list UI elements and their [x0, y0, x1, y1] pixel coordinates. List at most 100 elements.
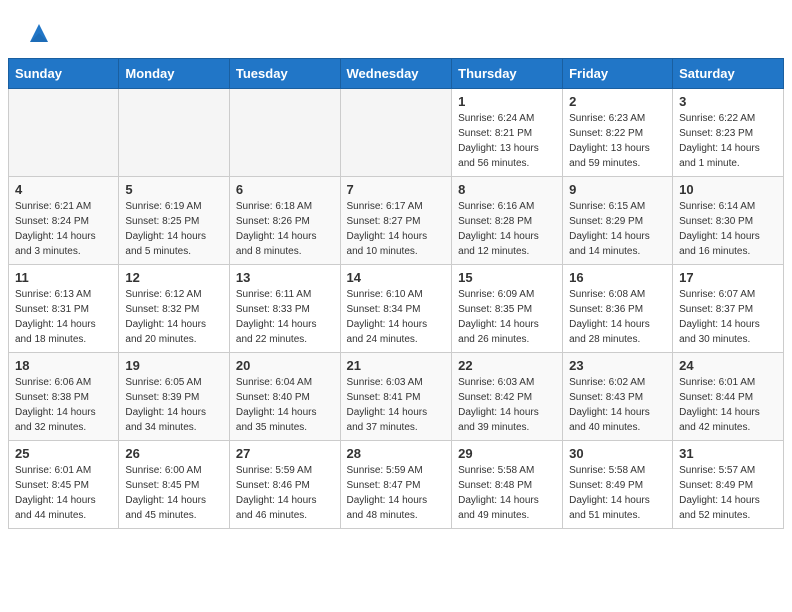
- calendar-day-cell: 12 Sunrise: 6:12 AMSunset: 8:32 PMDayligh…: [119, 265, 230, 353]
- calendar-week-row: 18Sunrise: 6:06 AMSunset: 8:38 PMDayligh…: [9, 353, 784, 441]
- day-number: 23: [569, 358, 666, 373]
- calendar-day-cell: 4 Sunrise: 6:21 AMSunset: 8:24 PMDaylight…: [9, 177, 119, 265]
- day-number: 3: [679, 94, 777, 109]
- calendar-day-cell: 3Sunrise: 6:22 AMSunset: 8:23 PMDaylight…: [673, 89, 784, 177]
- day-number: 21: [347, 358, 446, 373]
- calendar-day-header: Saturday: [673, 59, 784, 89]
- day-info: Sunrise: 6:08 AMSunset: 8:36 PMDaylight:…: [569, 287, 666, 347]
- calendar-wrap: SundayMondayTuesdayWednesdayThursdayFrid…: [0, 58, 792, 537]
- calendar-day-header: Monday: [119, 59, 230, 89]
- calendar-day-cell: 28Sunrise: 5:59 AMSunset: 8:47 PMDayligh…: [340, 441, 452, 529]
- calendar-day-cell: 19Sunrise: 6:05 AMSunset: 8:39 PMDayligh…: [119, 353, 230, 441]
- day-number: 15: [458, 270, 556, 285]
- calendar-day-cell: 18Sunrise: 6:06 AMSunset: 8:38 PMDayligh…: [9, 353, 119, 441]
- calendar-day-cell: 14 Sunrise: 6:10 AMSunset: 8:34 PMDayligh…: [340, 265, 452, 353]
- day-number: 5: [125, 182, 223, 197]
- day-number: 26: [125, 446, 223, 461]
- day-info: Sunrise: 6:07 AMSunset: 8:37 PMDaylight:…: [679, 287, 777, 347]
- page-header: [0, 0, 792, 58]
- calendar-day-header: Tuesday: [229, 59, 340, 89]
- day-number: 6: [236, 182, 334, 197]
- calendar-day-cell: 13 Sunrise: 6:11 AMSunset: 8:33 PMDayligh…: [229, 265, 340, 353]
- calendar-day-cell: 10 Sunrise: 6:14 AMSunset: 8:30 PMDayligh…: [673, 177, 784, 265]
- calendar-day-cell: 31 Sunrise: 5:57 AMSunset: 8:49 PMDayligh…: [673, 441, 784, 529]
- day-info: Sunrise: 6:21 AMSunset: 8:24 PMDaylight:…: [15, 199, 112, 259]
- day-info: Sunrise: 6:11 AMSunset: 8:33 PMDaylight:…: [236, 287, 334, 347]
- calendar-day-cell: 2 Sunrise: 6:23 AMSunset: 8:22 PMDaylight…: [563, 89, 673, 177]
- day-info: Sunrise: 6:12 AMSunset: 8:32 PMDaylight:…: [125, 287, 223, 347]
- calendar-day-cell: 9 Sunrise: 6:15 AMSunset: 8:29 PMDaylight…: [563, 177, 673, 265]
- day-info: Sunrise: 6:14 AMSunset: 8:30 PMDaylight:…: [679, 199, 777, 259]
- day-info: Sunrise: 5:57 AMSunset: 8:49 PMDaylight:…: [679, 463, 777, 523]
- calendar-day-cell: 16Sunrise: 6:08 AMSunset: 8:36 PMDayligh…: [563, 265, 673, 353]
- day-number: 8: [458, 182, 556, 197]
- day-number: 20: [236, 358, 334, 373]
- day-info: Sunrise: 6:18 AMSunset: 8:26 PMDaylight:…: [236, 199, 334, 259]
- calendar-day-cell: 23 Sunrise: 6:02 AMSunset: 8:43 PMDayligh…: [563, 353, 673, 441]
- calendar-day-cell: 25 Sunrise: 6:01 AMSunset: 8:45 PMDayligh…: [9, 441, 119, 529]
- day-info: Sunrise: 5:59 AMSunset: 8:46 PMDaylight:…: [236, 463, 334, 523]
- day-number: 7: [347, 182, 446, 197]
- day-number: 14: [347, 270, 446, 285]
- day-info: Sunrise: 6:03 AMSunset: 8:41 PMDaylight:…: [347, 375, 446, 435]
- calendar-day-cell: 22Sunrise: 6:03 AMSunset: 8:42 PMDayligh…: [452, 353, 563, 441]
- calendar-table: SundayMondayTuesdayWednesdayThursdayFrid…: [8, 58, 784, 529]
- day-info: Sunrise: 6:00 AMSunset: 8:45 PMDaylight:…: [125, 463, 223, 523]
- calendar-day-cell: 29 Sunrise: 5:58 AMSunset: 8:48 PMDayligh…: [452, 441, 563, 529]
- day-info: Sunrise: 6:24 AMSunset: 8:21 PMDaylight:…: [458, 111, 556, 171]
- day-number: 17: [679, 270, 777, 285]
- calendar-day-cell: 7 Sunrise: 6:17 AMSunset: 8:27 PMDaylight…: [340, 177, 452, 265]
- day-number: 25: [15, 446, 112, 461]
- day-number: 29: [458, 446, 556, 461]
- day-number: 24: [679, 358, 777, 373]
- calendar-day-cell: 17 Sunrise: 6:07 AMSunset: 8:37 PMDayligh…: [673, 265, 784, 353]
- day-number: 12: [125, 270, 223, 285]
- calendar-week-row: 4 Sunrise: 6:21 AMSunset: 8:24 PMDaylight…: [9, 177, 784, 265]
- day-info: Sunrise: 6:09 AMSunset: 8:35 PMDaylight:…: [458, 287, 556, 347]
- calendar-week-row: 1 Sunrise: 6:24 AMSunset: 8:21 PMDaylight…: [9, 89, 784, 177]
- day-info: Sunrise: 6:16 AMSunset: 8:28 PMDaylight:…: [458, 199, 556, 259]
- calendar-header-row: SundayMondayTuesdayWednesdayThursdayFrid…: [9, 59, 784, 89]
- day-info: Sunrise: 6:04 AMSunset: 8:40 PMDaylight:…: [236, 375, 334, 435]
- day-number: 27: [236, 446, 334, 461]
- calendar-day-header: Wednesday: [340, 59, 452, 89]
- day-info: Sunrise: 6:01 AMSunset: 8:44 PMDaylight:…: [679, 375, 777, 435]
- day-info: Sunrise: 6:15 AMSunset: 8:29 PMDaylight:…: [569, 199, 666, 259]
- day-info: Sunrise: 5:58 AMSunset: 8:48 PMDaylight:…: [458, 463, 556, 523]
- calendar-day-cell: 24 Sunrise: 6:01 AMSunset: 8:44 PMDayligh…: [673, 353, 784, 441]
- day-info: Sunrise: 5:59 AMSunset: 8:47 PMDaylight:…: [347, 463, 446, 523]
- calendar-week-row: 25 Sunrise: 6:01 AMSunset: 8:45 PMDayligh…: [9, 441, 784, 529]
- day-number: 9: [569, 182, 666, 197]
- day-info: Sunrise: 6:10 AMSunset: 8:34 PMDaylight:…: [347, 287, 446, 347]
- calendar-day-cell: 20 Sunrise: 6:04 AMSunset: 8:40 PMDayligh…: [229, 353, 340, 441]
- calendar-day-cell: [229, 89, 340, 177]
- calendar-day-cell: 5Sunrise: 6:19 AMSunset: 8:25 PMDaylight…: [119, 177, 230, 265]
- day-number: 4: [15, 182, 112, 197]
- calendar-day-header: Sunday: [9, 59, 119, 89]
- logo-icon: [24, 18, 54, 48]
- day-number: 11: [15, 270, 112, 285]
- day-info: Sunrise: 6:02 AMSunset: 8:43 PMDaylight:…: [569, 375, 666, 435]
- calendar-day-cell: 27 Sunrise: 5:59 AMSunset: 8:46 PMDayligh…: [229, 441, 340, 529]
- day-info: Sunrise: 6:23 AMSunset: 8:22 PMDaylight:…: [569, 111, 666, 171]
- day-number: 31: [679, 446, 777, 461]
- day-number: 1: [458, 94, 556, 109]
- calendar-day-header: Friday: [563, 59, 673, 89]
- day-info: Sunrise: 6:01 AMSunset: 8:45 PMDaylight:…: [15, 463, 112, 523]
- day-info: Sunrise: 6:06 AMSunset: 8:38 PMDaylight:…: [15, 375, 112, 435]
- day-number: 13: [236, 270, 334, 285]
- day-number: 22: [458, 358, 556, 373]
- day-number: 2: [569, 94, 666, 109]
- day-number: 30: [569, 446, 666, 461]
- calendar-day-cell: 26 Sunrise: 6:00 AMSunset: 8:45 PMDayligh…: [119, 441, 230, 529]
- calendar-week-row: 11 Sunrise: 6:13 AMSunset: 8:31 PMDayligh…: [9, 265, 784, 353]
- logo: [24, 18, 58, 48]
- calendar-day-cell: 15 Sunrise: 6:09 AMSunset: 8:35 PMDayligh…: [452, 265, 563, 353]
- calendar-day-cell: [9, 89, 119, 177]
- day-info: Sunrise: 6:17 AMSunset: 8:27 PMDaylight:…: [347, 199, 446, 259]
- day-info: Sunrise: 6:05 AMSunset: 8:39 PMDaylight:…: [125, 375, 223, 435]
- day-info: Sunrise: 5:58 AMSunset: 8:49 PMDaylight:…: [569, 463, 666, 523]
- day-number: 10: [679, 182, 777, 197]
- calendar-day-cell: 8 Sunrise: 6:16 AMSunset: 8:28 PMDaylight…: [452, 177, 563, 265]
- day-info: Sunrise: 6:13 AMSunset: 8:31 PMDaylight:…: [15, 287, 112, 347]
